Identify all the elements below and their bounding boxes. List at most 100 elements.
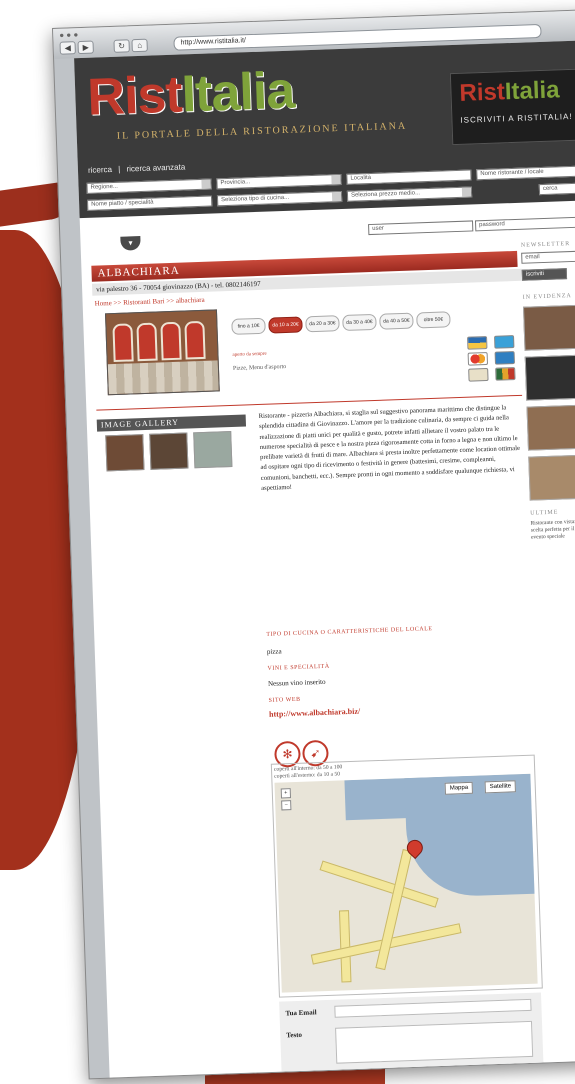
province-select-label: Provincia... — [220, 179, 251, 187]
right-sidebar: NEWSLETTER email iscriviti IN EVIDENZA U… — [521, 239, 575, 541]
map-caption-line: coperti all'esterno: da 10 a 50 — [274, 771, 341, 780]
forward-button[interactable]: ▶ — [77, 40, 94, 55]
meta-value: Pizze, Menu d'asporto — [232, 364, 287, 372]
photo-floor — [107, 360, 219, 395]
featured-thumbnail[interactable] — [526, 404, 575, 451]
gallery-title: IMAGE GALLERY — [96, 414, 247, 432]
wine-value: Nessun vino inserito — [267, 677, 326, 688]
price-option[interactable]: da 20 a 30€ — [305, 315, 340, 333]
message-field[interactable] — [335, 1020, 534, 1064]
price-option[interactable]: da 30 a 40€ — [342, 313, 377, 332]
site-logo[interactable]: RistItalia — [86, 61, 295, 128]
login-user-label: user — [372, 225, 384, 232]
search-link[interactable]: ricerca — [88, 165, 112, 175]
amex-card-icon — [494, 351, 516, 365]
chevron-down-icon — [201, 179, 211, 189]
contact-form: Tua Email Testo — [279, 992, 544, 1072]
map-panel: coperti all'interno: da 50 a 100 coperti… — [270, 754, 543, 998]
photo-arch — [136, 322, 158, 362]
header-banner[interactable]: RistItalia ISCRIVITI A RISTITALIA! — [449, 67, 575, 146]
price-select[interactable]: Seleziona prezzo medio... — [346, 186, 473, 202]
photo-arch — [184, 320, 206, 360]
advanced-search-link[interactable]: ricerca avanzata — [126, 162, 185, 173]
price-option[interactable]: fino a 10€ — [231, 317, 266, 335]
price-option-selected[interactable]: da 10 a 20€ — [268, 316, 303, 334]
gallery-thumbnail[interactable] — [149, 432, 189, 470]
website-link[interactable]: http://www.albachiara.biz/ — [269, 707, 360, 719]
breadcrumb[interactable]: Home >> Ristoranti Bari >> albachiara — [95, 296, 205, 308]
login-user-input[interactable]: user — [368, 220, 474, 236]
specialty-input[interactable]: Nome piatto / specialità — [87, 195, 213, 211]
banner-text: ISCRIVITI A RISTITALIA! — [460, 111, 573, 125]
region-select-label: Regione... — [90, 183, 119, 191]
photo-arch — [112, 323, 134, 363]
satellite-view-button[interactable]: Satellite — [484, 780, 517, 794]
restaurant-meta: aperto da sempre Pizze, Menu d'asporto — [232, 351, 286, 372]
site-header: RistItalia IL PORTALE DELLA RISTORAZIONE… — [74, 39, 575, 219]
login-password-input[interactable]: password — [474, 216, 575, 232]
mastercard-icon — [467, 351, 489, 366]
newsletter-subscribe-button[interactable]: iscriviti — [521, 268, 568, 281]
visa-card-icon — [467, 336, 488, 350]
home-button[interactable]: ⌂ — [131, 38, 148, 53]
region-select[interactable]: Regione... — [86, 178, 212, 194]
price-option[interactable]: da 40 a 50€ — [379, 312, 414, 330]
meta-label: aperto da sempre — [232, 351, 267, 358]
featured-title: IN EVIDENZA — [522, 293, 572, 301]
search-links: ricerca | ricerca avanzata — [88, 162, 190, 175]
search-go-button[interactable]: cerca — [538, 182, 575, 196]
zoom-in-button[interactable]: + — [280, 788, 292, 799]
locality-input-label: Località — [350, 174, 372, 182]
cuisine-select-label: Seleziona tipo di cucina... — [221, 194, 290, 204]
restaurant-description: Ristorante - pizzeria Albachiara, si sta… — [258, 404, 521, 493]
province-select[interactable]: Provincia... — [216, 173, 342, 190]
gallery-thumbnail[interactable] — [105, 434, 145, 472]
price-option[interactable]: oltre 50€ — [416, 311, 451, 329]
window-controls[interactable]: ● ● ● — [59, 30, 78, 40]
reload-button[interactable]: ↻ — [113, 39, 130, 53]
chevron-down-icon — [331, 175, 341, 185]
text-label: Testo — [286, 1030, 303, 1040]
login-password-label: password — [479, 221, 505, 229]
featured-thumbnail[interactable] — [523, 304, 575, 351]
logo-part1: Rist — [86, 65, 183, 127]
voucher-card-icon — [468, 367, 489, 382]
banner-logo: RistItalia — [459, 76, 560, 107]
back-button[interactable]: ◀ — [59, 41, 76, 55]
banner-logo-part2: Italia — [504, 76, 560, 106]
jcb-card-icon — [495, 367, 516, 381]
zoom-out-button[interactable]: − — [281, 800, 292, 811]
featured-thumbnail[interactable] — [524, 354, 575, 401]
map-caption: coperti all'interno: da 50 a 100 coperti… — [274, 764, 343, 780]
collapse-icon[interactable]: ▾ — [120, 236, 141, 251]
restaurant-name-input[interactable]: Nome ristorante / locale — [476, 164, 575, 181]
website-section-label: SITO WEB — [268, 696, 301, 704]
web-page: RistItalia IL PORTALE DELLA RISTORAZIONE… — [74, 39, 575, 1078]
cuisine-select[interactable]: Seleziona tipo di cucina... — [216, 190, 343, 207]
banner-logo-part1: Rist — [459, 78, 506, 107]
gallery-thumbnail[interactable] — [193, 430, 233, 469]
logo-part2: Italia — [180, 61, 296, 124]
map-zoom-control: + − — [280, 788, 293, 848]
search-divider: | — [118, 164, 121, 174]
google-map[interactable]: + − Mappa Satellite — [274, 773, 538, 993]
newsletter-placeholder: email — [525, 254, 540, 261]
specialty-input-label: Nome piatto / specialità — [91, 199, 154, 208]
news-title: ULTIME — [530, 509, 559, 517]
search-go-label: cerca — [542, 185, 558, 192]
news-text[interactable]: Ristorante con vista: la scelta perfetta… — [530, 519, 575, 542]
cuisine-section-label: TIPO DI CUCINA O CARATTERISTICHE DEL LOC… — [266, 626, 433, 638]
browser-stage: ● ● ● ◀ ▶ ↻ ⌂ http://www.ristitalia.it/ … — [52, 7, 575, 1080]
price-select-label: Seleziona prezzo medio... — [350, 190, 421, 199]
map-view-button[interactable]: Mappa — [444, 781, 474, 795]
wine-section-label: VINI E SPECIALITÀ — [267, 663, 330, 672]
locality-input[interactable]: Località — [346, 169, 472, 185]
cuisine-value: pizza — [266, 647, 282, 656]
restaurant-photo[interactable] — [104, 309, 220, 396]
map-road — [375, 849, 413, 971]
newsletter-input[interactable]: email — [521, 250, 575, 264]
newsletter-title: NEWSLETTER — [520, 241, 571, 249]
featured-thumbnail[interactable] — [528, 454, 575, 501]
restaurant-name-label: Nome ristorante / locale — [480, 168, 544, 178]
email-field[interactable] — [334, 998, 532, 1018]
